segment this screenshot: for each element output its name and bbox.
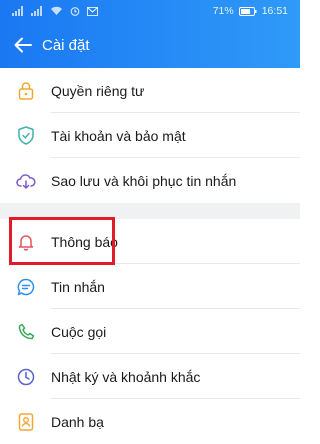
settings-item-messages[interactable]: Tin nhắn <box>0 264 300 309</box>
mail-icon <box>87 6 98 16</box>
settings-item-label: Cuộc gọi <box>51 323 107 340</box>
clock-time: 16:51 <box>261 5 288 17</box>
clock-icon <box>16 367 36 387</box>
contacts-icon <box>16 412 36 432</box>
settings-item-account-security[interactable]: Tài khoản và bảo mật <box>0 113 300 158</box>
shield-icon <box>16 126 36 146</box>
settings-item-label: Tài khoản và bảo mật <box>51 127 186 144</box>
settings-item-contacts[interactable]: Danh bạ <box>0 399 300 444</box>
settings-item-privacy[interactable]: Quyền riêng tư <box>0 68 300 113</box>
signal-icon-2 <box>31 6 42 16</box>
lock-icon <box>16 81 36 101</box>
back-button[interactable] <box>7 29 39 61</box>
status-bar: 71% 16:51 <box>0 0 300 22</box>
settings-item-label: Thông báo <box>51 233 118 250</box>
section-separator <box>0 203 300 219</box>
settings-item-label: Nhật ký và khoảnh khắc <box>51 368 201 385</box>
settings-item-label: Sao lưu và khôi phục tin nhắn <box>51 172 237 189</box>
page-title: Cài đặt <box>42 36 90 54</box>
settings-item-notifications[interactable]: Thông báo <box>0 219 300 264</box>
wifi-icon <box>51 6 62 15</box>
chat-bubble-icon <box>16 277 36 297</box>
settings-item-backup[interactable]: Sao lưu và khôi phục tin nhắn <box>0 158 300 203</box>
alarm-icon <box>70 7 80 16</box>
settings-list: Quyền riêng tư Tài khoản và bảo mật Sao … <box>0 68 300 444</box>
signal-icon <box>12 6 23 16</box>
settings-item-label: Danh bạ <box>51 413 104 430</box>
settings-item-label: Tin nhắn <box>51 278 105 295</box>
settings-item-timeline[interactable]: Nhật ký và khoảnh khắc <box>0 354 300 399</box>
battery-percent: 71% <box>212 5 234 17</box>
app-header: 71% 16:51 Cài đặt <box>0 0 300 68</box>
battery-icon <box>238 6 257 16</box>
bell-icon <box>16 232 36 252</box>
cloud-sync-icon <box>16 171 36 191</box>
arrow-left-icon <box>14 37 32 53</box>
phone-icon <box>16 322 36 342</box>
settings-item-label: Quyền riêng tư <box>51 82 145 99</box>
settings-item-calls[interactable]: Cuộc gọi <box>0 309 300 354</box>
